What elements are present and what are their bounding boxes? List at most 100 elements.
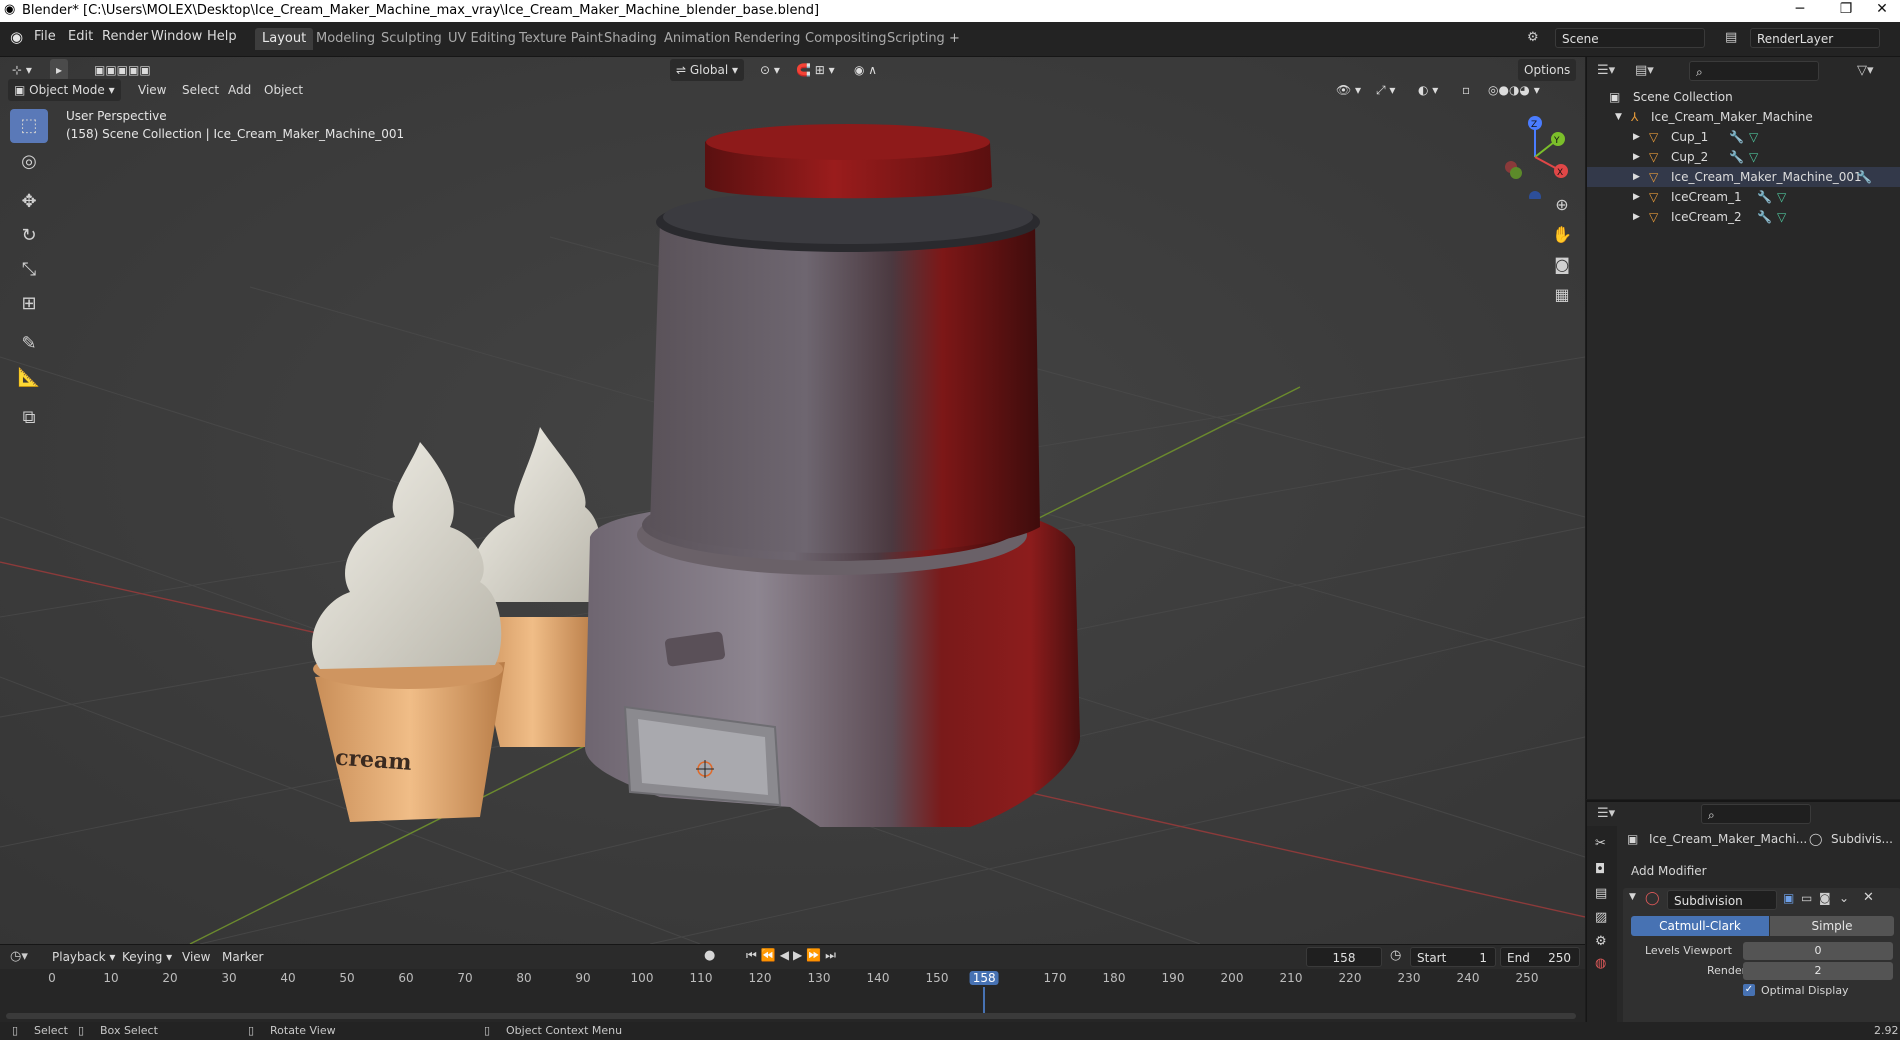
expand-arrow-icon[interactable]: ▶ [1633, 127, 1640, 147]
expand-arrow-icon[interactable]: ▶ [1633, 187, 1640, 207]
tab-uv-editing[interactable]: UV Editing [441, 28, 523, 50]
current-frame-marker[interactable]: 158 [969, 971, 999, 985]
options-dropdown[interactable]: Options [1518, 59, 1577, 81]
scale-tool-icon[interactable]: ⤡ [10, 253, 48, 287]
measure-tool-icon[interactable]: 📐 [10, 361, 48, 395]
render-levels-field[interactable]: 2 [1743, 962, 1893, 980]
scene-tab-icon[interactable]: ⚙ [1595, 934, 1607, 949]
object-mode-dropdown[interactable]: ▣ Object Mode ▾ [8, 79, 121, 101]
start-frame-field[interactable]: Start 1 [1410, 947, 1496, 967]
outliner-search-input[interactable]: ⌕ [1689, 61, 1819, 81]
selection-mode-icons[interactable]: ▣▣▣▣▣ [88, 59, 157, 81]
edit-mode-toggle-icon[interactable]: ▣ [1783, 891, 1794, 905]
gizmo-toggle-icon[interactable]: ⤢ ▾ [1370, 79, 1401, 101]
add-workspace-button[interactable]: + [942, 28, 967, 50]
orthographic-grid-icon[interactable]: ▦ [1548, 281, 1576, 309]
close-button[interactable]: ✕ [1862, 1, 1900, 21]
cursor-tool-icon[interactable]: ◎ [10, 145, 48, 179]
scene-icon[interactable]: ⚙ [1527, 30, 1539, 45]
outliner-object-row[interactable]: ▶ ▽ Cup_1 🔧 ▽ [1587, 127, 1900, 147]
end-frame-field[interactable]: End 250 [1500, 947, 1580, 967]
properties-editor-icon[interactable]: ☰▾ [1597, 806, 1615, 821]
blender-menu-icon[interactable]: ◉ [10, 28, 23, 46]
menu-render[interactable]: Render [102, 29, 148, 44]
render-tab-icon[interactable]: ◘ [1595, 862, 1605, 877]
mesh-data-icon[interactable]: ▽ [1777, 207, 1786, 227]
render-layer-selector[interactable]: RenderLayer [1750, 28, 1880, 48]
modifier-wrench-icon[interactable]: 🔧 [1857, 167, 1872, 187]
remove-modifier-icon[interactable]: ✕ [1863, 890, 1874, 905]
visibility-icon[interactable]: 👁 ▾ [1330, 79, 1367, 101]
collapse-arrow-icon[interactable]: ▼ [1629, 892, 1636, 902]
timeline-editor-icon[interactable]: ◷▾ [10, 949, 28, 964]
modifier-wrench-icon[interactable]: 🔧 [1757, 207, 1772, 227]
viewport-menu-select[interactable]: Select [176, 79, 225, 101]
zoom-icon[interactable]: ⊕ [1548, 191, 1576, 219]
display-mode-icon[interactable]: ▤▾ [1635, 63, 1654, 78]
timeline-track[interactable]: 0 10 20 30 40 50 60 70 80 90 100 110 120 130 140 150 158… [0, 969, 1585, 1023]
tab-modeling[interactable]: Modeling [309, 28, 382, 50]
outliner-scene-collection[interactable]: ▣ Scene Collection [1587, 87, 1900, 107]
menu-window[interactable]: Window [151, 29, 202, 44]
properties-search-input[interactable]: ⌕ [1701, 804, 1811, 824]
viewport-menu-view[interactable]: View [132, 79, 172, 101]
simple-button[interactable]: Simple [1770, 916, 1894, 936]
modifier-wrench-icon[interactable]: 🔧 [1757, 187, 1772, 207]
menu-file[interactable]: File [34, 29, 56, 44]
annotate-tool-icon[interactable]: ✎ [10, 327, 48, 361]
shading-mode-icons[interactable]: ◎●◑◕ ▾ [1482, 79, 1546, 101]
modifier-wrench-icon[interactable]: 🔧 [1729, 127, 1744, 147]
camera-icon[interactable]: ◙ [1548, 251, 1576, 279]
scene-selector[interactable]: Scene [1555, 28, 1705, 48]
expand-arrow-icon[interactable]: ▼ [1615, 107, 1622, 127]
tab-animation[interactable]: Animation [657, 28, 737, 50]
transform-tool-icon[interactable]: ⊞ [10, 287, 48, 321]
render-layer-icon[interactable]: ▤ [1725, 30, 1737, 45]
add-cube-tool-icon[interactable]: ⧉ [10, 401, 48, 435]
playback-controls-icons[interactable]: ⏮⏪◀▶⏩⏭ [746, 948, 840, 963]
timeline-menu-view[interactable]: View [176, 946, 216, 968]
mesh-data-icon[interactable]: ▽ [1777, 187, 1786, 207]
menu-help[interactable]: Help [207, 29, 237, 44]
minimize-button[interactable]: ─ [1780, 1, 1820, 21]
snap-icon[interactable]: 🧲 ⊞ ▾ [790, 59, 841, 81]
overlay-toggle-icon[interactable]: ◐ ▾ [1412, 79, 1444, 101]
move-tool-icon[interactable]: ✥ [10, 185, 48, 219]
menu-edit[interactable]: Edit [68, 29, 93, 44]
expand-arrow-icon[interactable]: ▶ [1633, 207, 1640, 227]
outliner-object-row[interactable]: ▶ ▽ IceCream_1 🔧 ▽ [1587, 187, 1900, 207]
pivot-point-icon[interactable]: ⊙ ▾ [754, 59, 786, 81]
modifier-wrench-icon[interactable]: 🔧 [1729, 147, 1744, 167]
editor-type-icon[interactable]: ⊹ ▾ [6, 59, 38, 81]
proportional-edit-icon[interactable]: ◉ ∧ [848, 59, 883, 81]
output-tab-icon[interactable]: ▤ [1595, 886, 1607, 901]
add-modifier-button[interactable]: Add Modifier [1631, 864, 1707, 878]
filter-icon[interactable]: ▽▾ [1857, 63, 1874, 78]
tool-tab-icon[interactable]: ✂ [1595, 836, 1606, 851]
modifier-name-input[interactable]: Subdivision [1667, 890, 1777, 910]
navigation-gizmo[interactable]: Z Y X [1495, 109, 1575, 199]
mesh-data-icon[interactable]: ▽ [1749, 127, 1758, 147]
tab-layout[interactable]: Layout [255, 28, 314, 50]
mesh-data-icon[interactable]: ▽ [1749, 147, 1758, 167]
xray-toggle-icon[interactable]: ▫ [1456, 79, 1476, 101]
view-layer-tab-icon[interactable]: ▨ [1595, 910, 1607, 925]
timeline-menu-playback[interactable]: Playback ▾ [46, 946, 121, 968]
current-frame-field[interactable]: 158 [1306, 947, 1382, 967]
timeline-scrollbar[interactable] [6, 1013, 1576, 1019]
outliner-object-row[interactable]: ▶ ▽ IceCream_2 🔧 ▽ [1587, 207, 1900, 227]
tab-shading[interactable]: Shading [597, 28, 664, 50]
select-mode-icon[interactable]: ▸ [50, 59, 69, 81]
viewport-menu-object[interactable]: Object [258, 79, 309, 101]
outliner-editor-icon[interactable]: ☰▾ [1597, 63, 1615, 78]
3d-viewport[interactable]: cream User Perspective (158) Scene Colle… [0, 57, 1585, 944]
tab-sculpting[interactable]: Sculpting [374, 28, 449, 50]
outliner-collection-row[interactable]: ▼ ⅄ Ice_Cream_Maker_Machine [1587, 107, 1900, 127]
tab-rendering[interactable]: Rendering [727, 28, 807, 50]
catmull-clark-button[interactable]: Catmull-Clark [1631, 916, 1769, 936]
outliner-object-row-selected[interactable]: ▶ ▽ Ice_Cream_Maker_Machine_001 🔧 [1587, 167, 1900, 187]
record-icon[interactable]: ● [704, 948, 715, 963]
timeline-menu-marker[interactable]: Marker [216, 946, 269, 968]
transform-orientation-dropdown[interactable]: ⇌ Global ▾ [670, 59, 744, 81]
pan-hand-icon[interactable]: ✋ [1548, 221, 1576, 249]
